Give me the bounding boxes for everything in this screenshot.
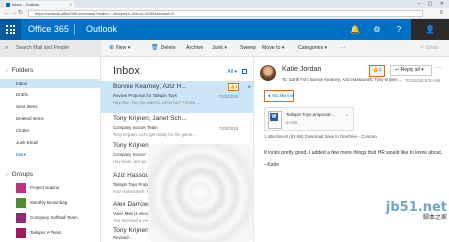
folder-pane: ‹ Folders Inbox Drafts Sent Items Deleted… [0, 57, 101, 242]
app-launcher-button[interactable] [0, 19, 21, 40]
message-date: 7/23/2015 [218, 126, 238, 131]
message-date: 7/23/2015 [218, 94, 238, 99]
folder-item-junk[interactable]: Junk Email [16, 140, 38, 145]
forward-icon[interactable]: → [11, 10, 17, 17]
plus-icon: ⊕ [109, 45, 115, 51]
message-preview: Hey Sue, Do you want to come too? I know… [113, 100, 201, 105]
header-divider [74, 24, 75, 35]
outlook-favicon-icon [6, 2, 10, 7]
folder-item-clutter[interactable]: Clutter [16, 128, 29, 133]
site-watermark: jb51.net 脚本之家 [386, 201, 447, 222]
group-avatar [16, 213, 26, 223]
you-like-this-label: ● You like this [264, 90, 294, 102]
select-all-checkbox[interactable] [242, 69, 247, 74]
browser-menu-icon[interactable]: ≡ [439, 10, 443, 17]
message-datetime: 7/23/2015 9:33 AM [404, 78, 440, 83]
attachment-info: 1 attachment (93 KB) Download Save to On… [264, 134, 377, 139]
help-icon[interactable]: ? [389, 19, 409, 40]
watermark-label: 脚本之家 [422, 215, 447, 221]
group-avatar [16, 183, 26, 193]
attachment-card[interactable]: Tailspin Toys proposal-... 67 KB ⌄ [264, 107, 354, 131]
message-body: It looks pretty good. I added a few more… [264, 150, 443, 156]
message-subject: Review Proposal for Tailspin Toys [113, 93, 177, 98]
sweep-button[interactable]: Sweep [240, 40, 256, 57]
attachment-name: Tailspin Toys proposal-... [286, 112, 336, 117]
browser-toolbar: ← → ↻ https://outlook.office365.com/owa/… [0, 8, 449, 19]
window-controls[interactable]: – ▢ ✕ [418, 0, 447, 8]
like-button[interactable]: 👍1 [369, 65, 385, 77]
junk-button[interactable]: Junk ▾ [212, 40, 227, 57]
browser-tab-strip: Inbox - Outlook × – ▢ ✕ [0, 0, 449, 8]
folders-heading[interactable]: ‹ Folders [6, 67, 33, 74]
reload-icon[interactable]: ↻ [18, 10, 23, 17]
message-subject: Company Soccer Team [113, 125, 158, 130]
search-input[interactable]: ⌕ Search Mail and People [0, 40, 101, 57]
more-commands-icon[interactable]: ··· [340, 40, 345, 57]
more-actions-icon[interactable]: ··· [436, 65, 442, 71]
command-bar: ⌕ Search Mail and People ⊕ New ▾ 🗑 Delete … [0, 40, 449, 57]
message-preview: Tony Krijnen: Let's get ready for the ga… [113, 132, 196, 137]
group-avatar [16, 228, 26, 238]
user-avatar[interactable]: 👤 [411, 19, 449, 40]
suite-header: Office 365 Outlook 🔔 ⚙ ? 👤 [0, 19, 449, 40]
chevron-down-icon: ‹ [6, 172, 8, 178]
notifications-bell-icon[interactable]: 🔔 [345, 19, 365, 40]
groups-heading[interactable]: ‹ Groups [6, 171, 33, 178]
inbox-title: Inbox [113, 65, 140, 77]
message-signature: --Katie [264, 162, 279, 168]
close-tab-icon[interactable]: × [70, 1, 72, 8]
folder-item-inbox[interactable]: Inbox [0, 79, 100, 88]
group-item[interactable]: Tailspin V-Team [16, 228, 62, 238]
attachment-size: 67 KB [286, 120, 297, 125]
address-bar[interactable]: https://outlook.office365.com/owa/?realm… [28, 10, 423, 17]
browser-tab[interactable]: Inbox - Outlook × [4, 1, 74, 8]
waffle-icon [6, 25, 15, 34]
sender-name[interactable]: Katie Jordan [282, 66, 321, 73]
move-to-button[interactable]: Move to ▾ [262, 40, 285, 57]
app-name: Outlook [86, 24, 118, 34]
chevron-down-icon[interactable]: ⌄ [345, 112, 349, 118]
trash-icon: 🗑 [151, 45, 159, 51]
search-icon: ⌕ [5, 45, 9, 51]
message-from: Tony Krijnen; Janet Sch... [113, 115, 187, 122]
browser-tab-title: Inbox - Outlook [12, 2, 40, 7]
search-placeholder: Search Mail and People [16, 45, 70, 51]
message-from: Tony Krijnen [113, 142, 149, 149]
archive-button[interactable]: Archive [186, 40, 203, 57]
group-item[interactable]: Company Softball Team [16, 213, 78, 223]
filter-dropdown[interactable]: All ▾ [228, 69, 237, 75]
folder-item-sent[interactable]: Sent Items [16, 104, 38, 109]
chevron-down-icon: ‹ [6, 68, 8, 74]
delete-button[interactable]: 🗑 Delete [151, 40, 176, 57]
categories-button[interactable]: Categories ▾ [298, 40, 327, 57]
back-icon[interactable]: ← [4, 10, 10, 17]
brand-label[interactable]: Office 365 [28, 19, 69, 40]
group-item[interactable]: Project Sapine [16, 183, 59, 193]
reply-all-button[interactable]: ↩ Reply all ▾ [390, 65, 432, 76]
folder-item-deleted[interactable]: Deleted Items [16, 116, 44, 121]
message-from: Alex Darrow [113, 201, 149, 208]
new-button[interactable]: ⊕ New ▾ [109, 40, 130, 57]
like-count-badge[interactable]: 👍1 [228, 83, 239, 91]
sender-avatar[interactable] [260, 65, 276, 81]
watermark-domain: jb51.net [385, 200, 447, 215]
group-avatar [16, 198, 26, 208]
scroll-marker-icon: ▸ [248, 84, 251, 90]
message-from: Bonnie Kearney; Aziz H... [113, 83, 187, 90]
settings-gear-icon[interactable]: ⚙ [367, 19, 387, 40]
recipients-line: To: Garth Fort; Bonnie Kearney; Aziz Has… [282, 77, 403, 82]
folders-more-link[interactable]: More [16, 152, 26, 157]
group-item[interactable]: Monthly Brownbag [16, 198, 67, 208]
word-document-icon [268, 111, 282, 129]
loading-spinner-overlay [148, 144, 253, 242]
message-subject: Revised... [113, 235, 133, 240]
folder-item-drafts[interactable]: Drafts [16, 92, 28, 97]
list-item[interactable]: Bonnie Kearney; Aziz H... 👍1 ▸ Review Pr… [101, 81, 254, 113]
undo-button[interactable]: ↶ Undo [420, 40, 438, 57]
message-from: Tony Krijnen [113, 227, 149, 234]
